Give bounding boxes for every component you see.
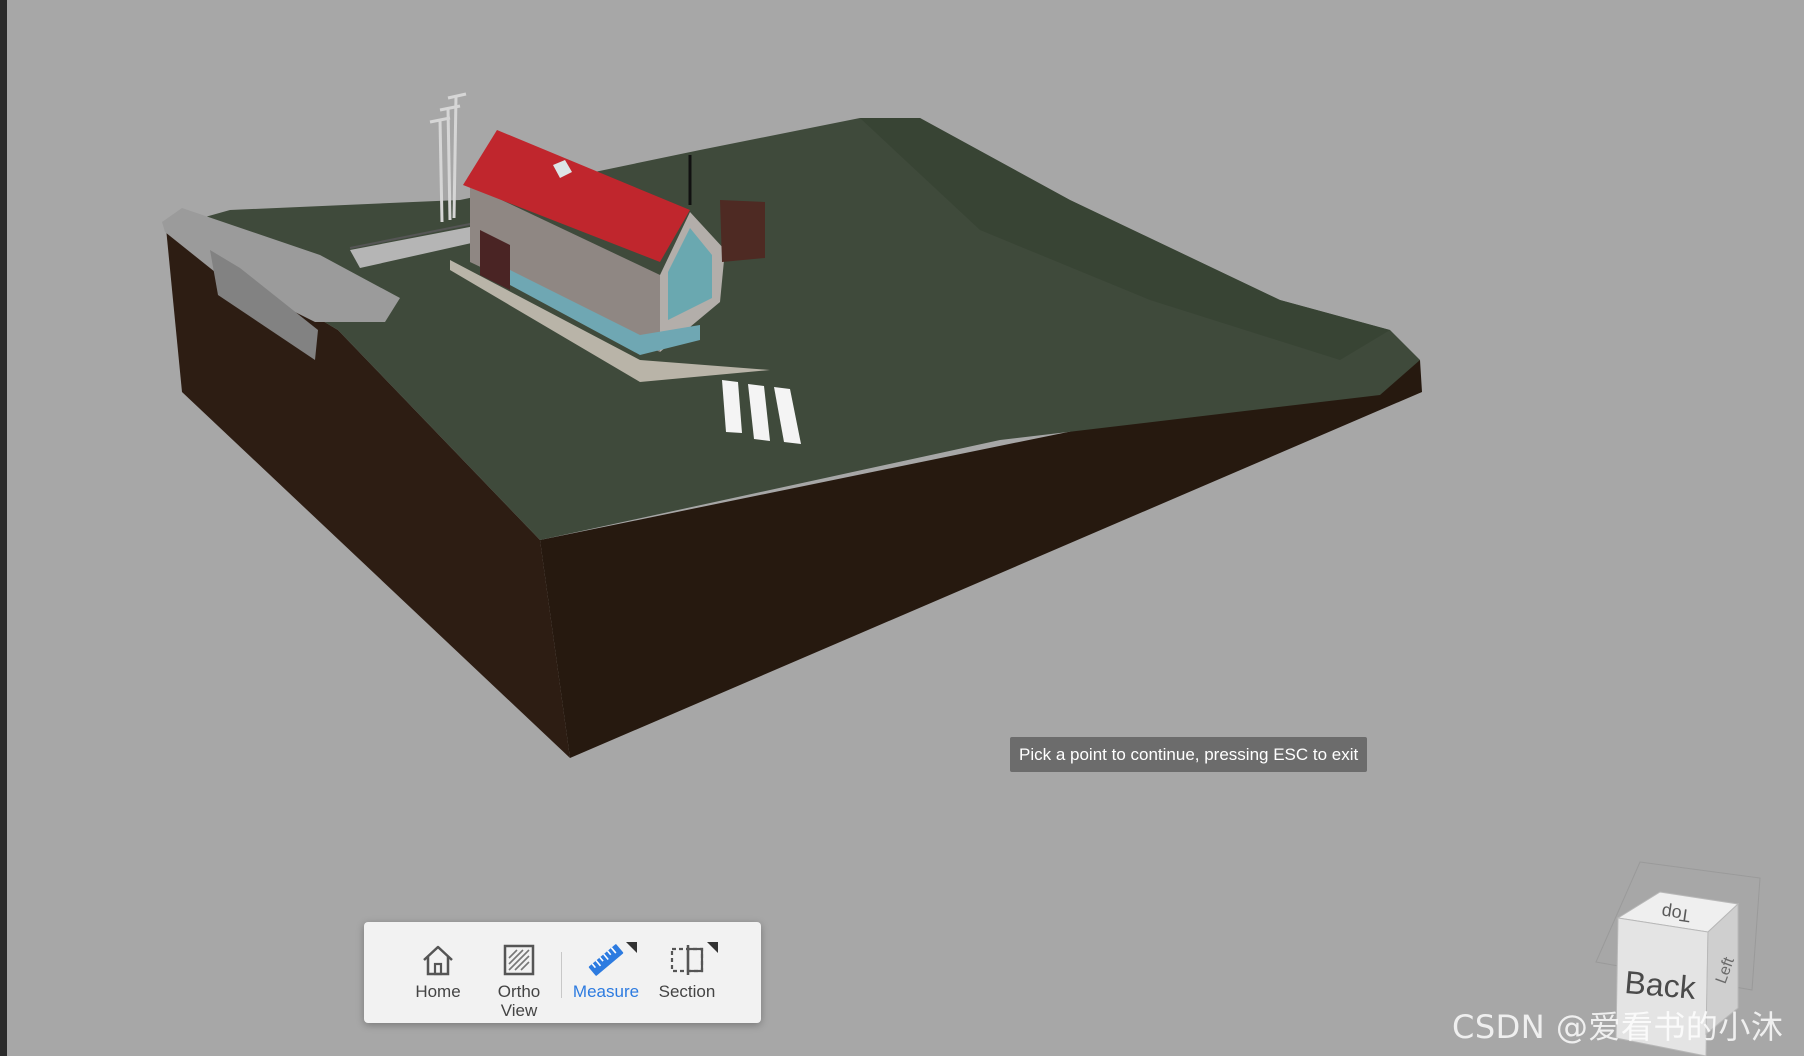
viewcube-front-label: Back xyxy=(1623,964,1698,1006)
house-annex xyxy=(720,200,765,262)
viewcube-top-label: Top xyxy=(1660,902,1692,926)
ortho-label-line1: Ortho xyxy=(497,982,541,1001)
measure-dropdown-indicator-icon[interactable] xyxy=(626,942,637,953)
home-label: Home xyxy=(415,982,461,1001)
3d-viewport[interactable]: Pick a point to continue, pressing ESC t… xyxy=(0,0,1804,1056)
ortho-label-line2: View xyxy=(500,1001,538,1020)
toolbar-separator xyxy=(561,952,562,998)
ortho-view-button[interactable]: Ortho View xyxy=(480,940,558,1020)
home-button[interactable]: Home xyxy=(399,940,477,1018)
section-plane-icon xyxy=(670,945,704,975)
section-label: Section xyxy=(658,982,716,1001)
ortho-view-icon xyxy=(503,944,535,976)
3d-scene[interactable] xyxy=(0,0,1804,1056)
measure-button[interactable]: Measure xyxy=(567,940,645,1018)
ruler-icon xyxy=(588,944,624,976)
status-tooltip: Pick a point to continue, pressing ESC t… xyxy=(1010,737,1368,772)
measure-label: Measure xyxy=(572,982,640,1001)
section-button[interactable]: Section xyxy=(648,940,726,1018)
bottom-toolbar: Home Ortho View Measure Section xyxy=(364,922,761,1023)
section-dropdown-indicator-icon[interactable] xyxy=(707,942,718,953)
csdn-watermark: CSDN @爱看书的小沐 xyxy=(1452,1008,1784,1046)
home-icon xyxy=(423,945,453,976)
